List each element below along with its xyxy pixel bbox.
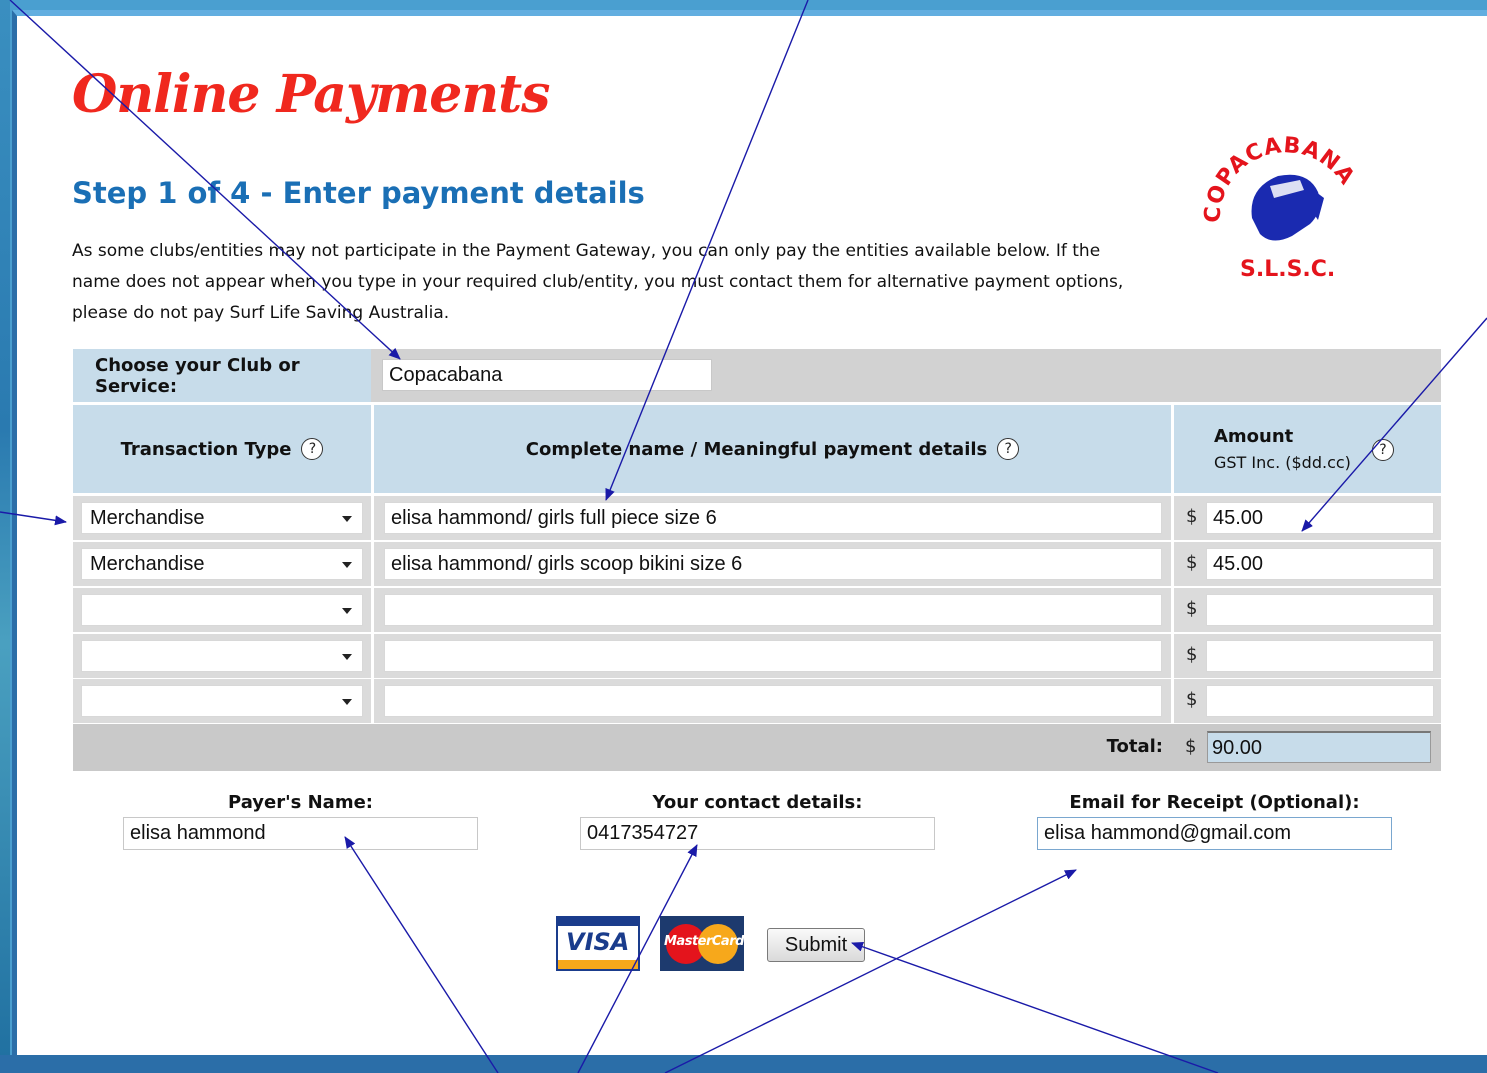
arrow-to-receipt-email xyxy=(664,869,1077,1073)
arrow-to-payer-name xyxy=(344,836,499,1073)
arrow-to-club-input xyxy=(9,0,401,360)
arrow-to-contact-details xyxy=(577,844,698,1073)
arrow-to-transaction-type xyxy=(0,511,67,526)
arrow-to-submit xyxy=(851,941,1219,1073)
arrow-to-amount-input xyxy=(1301,317,1487,532)
annotation-arrows xyxy=(0,0,1487,1073)
arrow-to-details-input xyxy=(605,0,809,501)
